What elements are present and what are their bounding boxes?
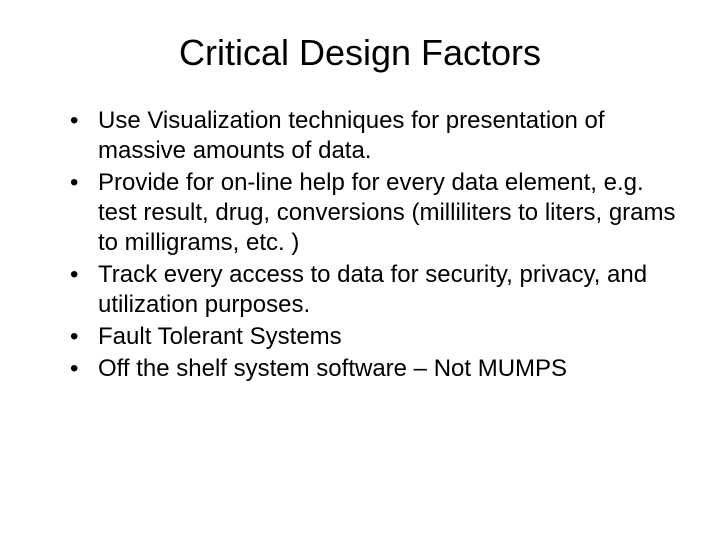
bullet-item: Provide for on-line help for every data … [70, 168, 680, 258]
slide-title: Critical Design Factors [40, 32, 680, 74]
bullet-item: Off the shelf system software – Not MUMP… [70, 354, 680, 384]
bullet-item: Use Visualization techniques for present… [70, 106, 680, 166]
bullet-list: Use Visualization techniques for present… [40, 106, 680, 384]
bullet-item: Track every access to data for security,… [70, 260, 680, 320]
bullet-item: Fault Tolerant Systems [70, 322, 680, 352]
